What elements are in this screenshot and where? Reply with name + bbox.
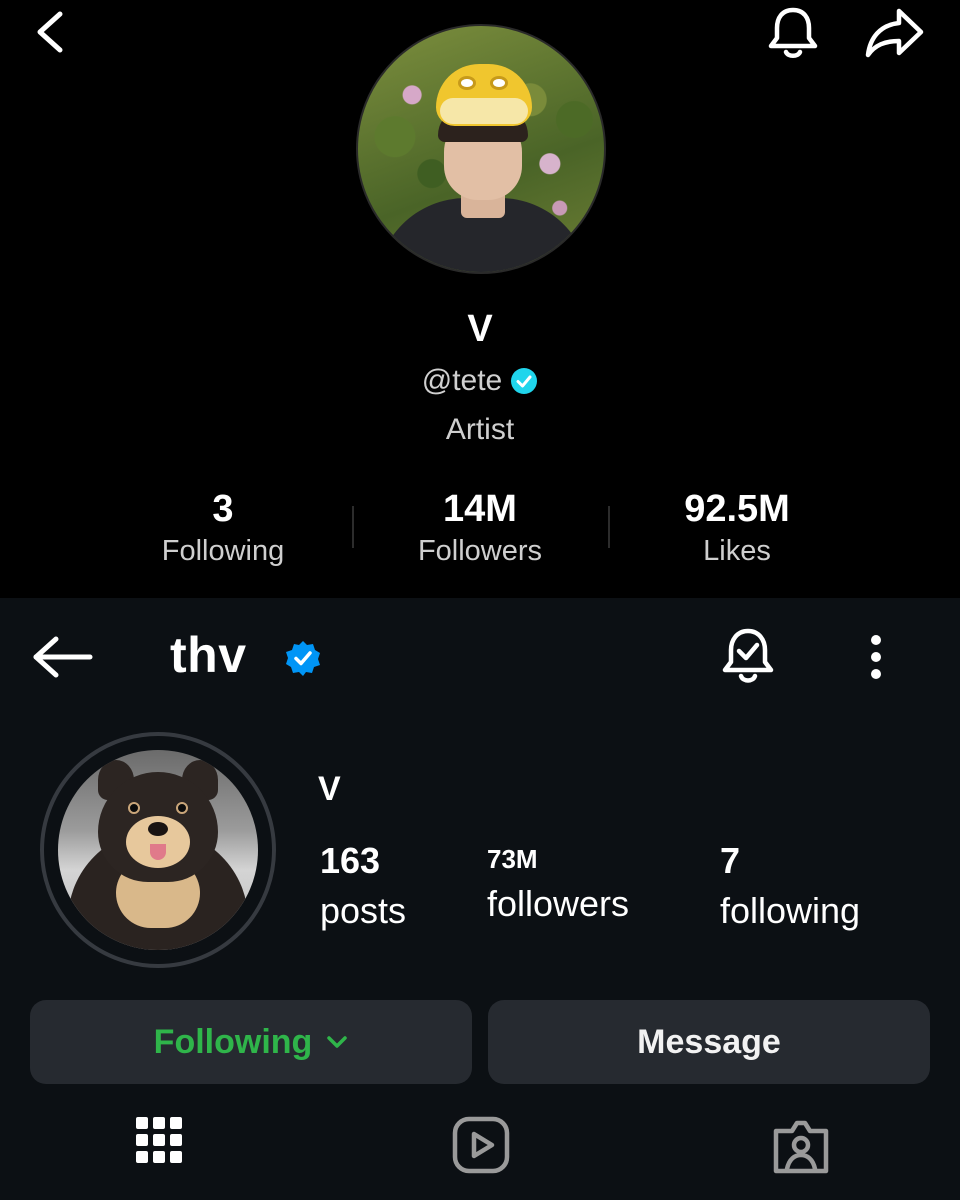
- avatar-hat-eyes: [454, 72, 514, 94]
- share-icon: [865, 8, 924, 58]
- stat-label: following: [720, 890, 861, 931]
- verified-badge: [283, 638, 323, 678]
- more-options-button[interactable]: [858, 630, 894, 684]
- stat-value: 14M: [443, 488, 517, 530]
- grid-icon: [136, 1117, 182, 1163]
- stat-value: 73M: [487, 844, 538, 874]
- avatar-dog-eye: [176, 802, 188, 814]
- back-button[interactable]: [26, 628, 98, 686]
- verified-badge-icon: [286, 641, 320, 676]
- chevron-down-icon: [327, 1036, 348, 1048]
- avatar-dog-nose: [148, 822, 168, 836]
- display-name: V: [318, 770, 341, 808]
- notification-button[interactable]: [718, 624, 778, 690]
- tab-tagged[interactable]: [768, 1112, 834, 1178]
- notification-bell-check-icon: [722, 628, 774, 683]
- tiktok-profile: V @tete Artist 3 Following 14M Followers…: [0, 0, 960, 598]
- profile-avatar[interactable]: [58, 750, 258, 950]
- display-name: V: [467, 308, 493, 350]
- following-button-label: Following: [153, 1022, 313, 1061]
- avatar-dog-tongue: [150, 844, 166, 860]
- stat-divider: [352, 506, 354, 548]
- stat-posts[interactable]: 163 posts: [320, 840, 406, 932]
- stat-divider: [608, 506, 610, 548]
- stat-followers[interactable]: 73M followers: [487, 844, 629, 925]
- instagram-profile: thv V 163 posts 73M followers 7 followin…: [0, 598, 960, 1200]
- more-vertical-icon: [871, 635, 881, 679]
- stat-label: Followers: [417, 535, 543, 567]
- stat-label: Following: [161, 535, 285, 567]
- stat-label: followers: [487, 883, 630, 924]
- stat-followers[interactable]: 14M Followers: [370, 488, 590, 568]
- tab-posts-grid[interactable]: [126, 1112, 192, 1178]
- bio-text: Artist: [445, 413, 515, 446]
- notification-button[interactable]: [762, 2, 824, 64]
- stat-value: 7: [720, 840, 741, 881]
- following-button[interactable]: Following: [30, 1000, 472, 1084]
- reels-icon: [452, 1116, 510, 1174]
- arrow-left-icon: [33, 636, 93, 678]
- verified-badge-icon: [511, 368, 538, 394]
- tab-reels[interactable]: [448, 1112, 514, 1178]
- stat-label: posts: [320, 890, 407, 931]
- profile-avatar[interactable]: [356, 24, 606, 274]
- stat-following[interactable]: 3 Following: [113, 488, 333, 568]
- avatar-hat-brim: [440, 98, 528, 124]
- message-button[interactable]: Message: [488, 1000, 930, 1084]
- bell-icon: [768, 7, 818, 58]
- back-button[interactable]: [24, 6, 76, 58]
- chevron-left-icon: [37, 11, 63, 53]
- share-button[interactable]: [862, 4, 926, 62]
- handle-row: @tete: [0, 364, 960, 398]
- stat-value: 163: [320, 840, 381, 881]
- stat-following[interactable]: 7 following: [720, 840, 860, 932]
- page-title: thv: [170, 627, 247, 683]
- stat-likes[interactable]: 92.5M Likes: [627, 488, 847, 568]
- avatar-dog-eye: [128, 802, 140, 814]
- tagged-icon: [773, 1120, 829, 1174]
- username-handle: @tete: [421, 364, 503, 397]
- stat-label: Likes: [703, 535, 771, 567]
- stat-value: 3: [212, 488, 234, 530]
- stat-value: 92.5M: [684, 488, 790, 530]
- message-button-label: Message: [637, 1022, 781, 1061]
